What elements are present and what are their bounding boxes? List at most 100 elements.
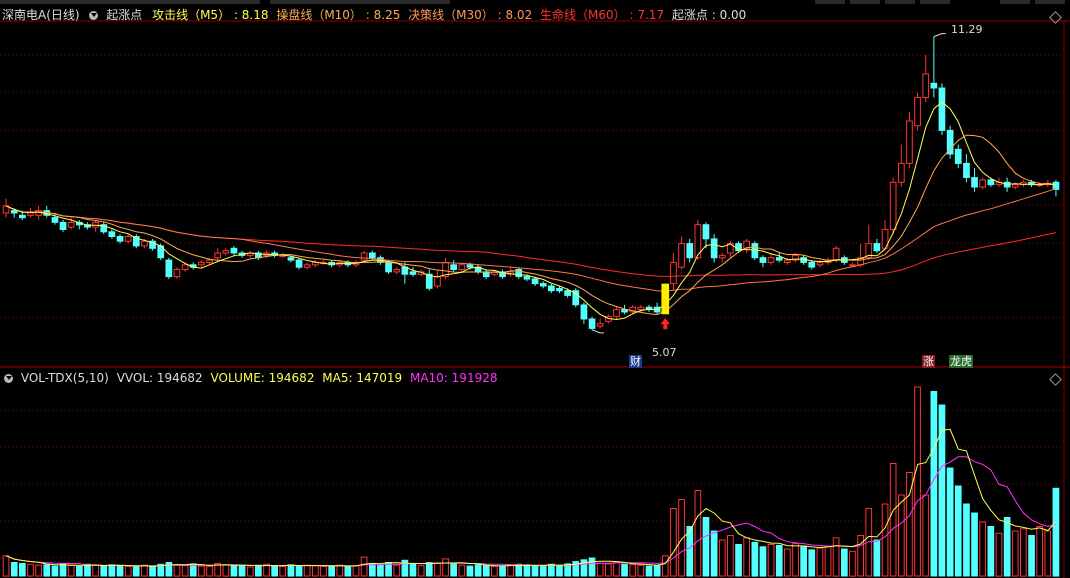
candle-down	[580, 304, 588, 320]
volume-bar-down	[474, 564, 482, 577]
volume-bar-down	[1003, 517, 1011, 577]
volume-bar-up	[393, 564, 401, 577]
volume-bar-up	[637, 564, 645, 577]
candle-down	[295, 259, 303, 268]
volume-bar-up	[27, 563, 34, 577]
candle-up	[27, 212, 34, 216]
volume-bar-up	[312, 565, 319, 577]
volume-bar-up	[914, 386, 921, 577]
volume-bar-up	[1044, 530, 1052, 577]
volume-bar-down	[963, 503, 970, 577]
volume-bar-down	[523, 564, 531, 577]
dragon-tiger-badge[interactable]: 龙虎	[949, 355, 973, 368]
candle-down	[523, 276, 531, 280]
volume-bar-down	[971, 512, 978, 577]
candle-down	[19, 214, 26, 219]
volume-bar-down	[735, 544, 742, 577]
candle-up	[922, 73, 930, 99]
indicator-dropdown-icon[interactable]	[89, 11, 99, 20]
volume-bar-up	[141, 564, 148, 577]
volume-bar-down	[76, 566, 83, 577]
candle-up	[889, 181, 897, 230]
volume-bar-down	[873, 539, 881, 577]
volume-bar-down	[987, 526, 995, 577]
candle-down	[116, 236, 124, 242]
finance-badge[interactable]: 财	[629, 355, 642, 368]
candle-down	[539, 283, 547, 287]
volume-bar-down	[189, 563, 197, 577]
volume-bar-up	[246, 566, 254, 577]
volume-bar-up	[767, 544, 775, 577]
volume-bar-up	[320, 566, 327, 577]
volume-bar-up	[816, 547, 824, 577]
candle-down	[946, 129, 954, 155]
candle-up	[198, 261, 205, 266]
volume-panel-header: VOL-TDX(5,10) VVOL: 194682 VOLUME: 19468…	[0, 370, 497, 386]
candle-up	[458, 264, 466, 270]
limit-up-badge[interactable]: 涨	[922, 355, 935, 368]
volume-bar-up	[979, 521, 986, 577]
indicator-name[interactable]: 起涨点	[106, 7, 142, 23]
candle-up	[898, 162, 905, 183]
ma30-label: 决策线（M30）	[408, 8, 494, 22]
candle-down	[10, 210, 18, 214]
high-price-pointer	[933, 33, 946, 38]
volume-bar-up	[629, 564, 637, 577]
candle-down	[369, 252, 376, 259]
vol-ma10-value: MA10: 191928	[409, 371, 498, 385]
volume-bar-down	[531, 565, 539, 577]
candle-up	[832, 247, 840, 261]
volume-bar-down	[1028, 535, 1035, 577]
volume-bar-down	[108, 564, 116, 577]
volume-bar-down	[149, 565, 156, 577]
candle-up	[214, 252, 222, 259]
volume-bar-down	[287, 564, 295, 577]
candle-down	[963, 162, 970, 178]
volume-bar-up	[442, 558, 449, 577]
symbol-title[interactable]: 深南电A(日线)	[2, 7, 80, 23]
volume-bar-down	[466, 565, 474, 577]
volume-indicator-dropdown-icon[interactable]	[4, 374, 13, 383]
candle-up	[181, 264, 189, 270]
volume-bar-down	[548, 563, 555, 577]
candle-up	[718, 254, 726, 259]
candle-up	[678, 243, 685, 268]
volume-bar-down	[59, 563, 67, 577]
volume-bar-down	[954, 485, 962, 577]
volume-bar-up	[889, 463, 897, 577]
qizhangdian-value: : 0.00	[711, 8, 747, 22]
volume-bar-up	[718, 539, 726, 577]
price-panel-header: 深南电A(日线) 起涨点 攻击线（M5） : 8.18 操盘线（M10） : 8…	[0, 7, 746, 23]
candle-down	[954, 148, 962, 164]
volume-indicator-name[interactable]: VOL-TDX(5,10)	[21, 370, 109, 386]
volume-bar-up	[336, 564, 344, 577]
volume-bar-down	[10, 562, 18, 577]
volume-bar-up	[1020, 528, 1027, 577]
candle-up	[979, 179, 986, 188]
volume-bar-up	[279, 566, 287, 577]
volume-bar-down	[116, 565, 124, 577]
kline-chart-canvas[interactable]	[0, 0, 1070, 578]
candle-up	[393, 269, 401, 273]
candle-down	[702, 224, 710, 240]
high-price-label: 11.29	[951, 23, 983, 36]
qizhang-arrow-icon	[660, 318, 671, 330]
candle-down	[710, 238, 718, 259]
candle-up	[906, 120, 913, 164]
candle-down	[751, 243, 759, 259]
candle-down	[51, 217, 59, 223]
volume-bar-up	[596, 562, 604, 577]
candle-up	[206, 259, 213, 264]
volume-bar-up	[222, 564, 230, 577]
candle-down	[686, 243, 694, 259]
volume-bar-down	[588, 557, 596, 577]
volume-bar-up	[1011, 530, 1019, 577]
volume-bar-up	[881, 503, 889, 577]
candle-down	[938, 87, 946, 131]
candle-down	[230, 247, 238, 254]
volume-bar-down	[1052, 487, 1060, 577]
candle-down	[873, 243, 881, 252]
ma60-value: : 7.17	[629, 8, 665, 22]
volume-bar-up	[360, 556, 368, 577]
candle-down	[59, 221, 67, 230]
